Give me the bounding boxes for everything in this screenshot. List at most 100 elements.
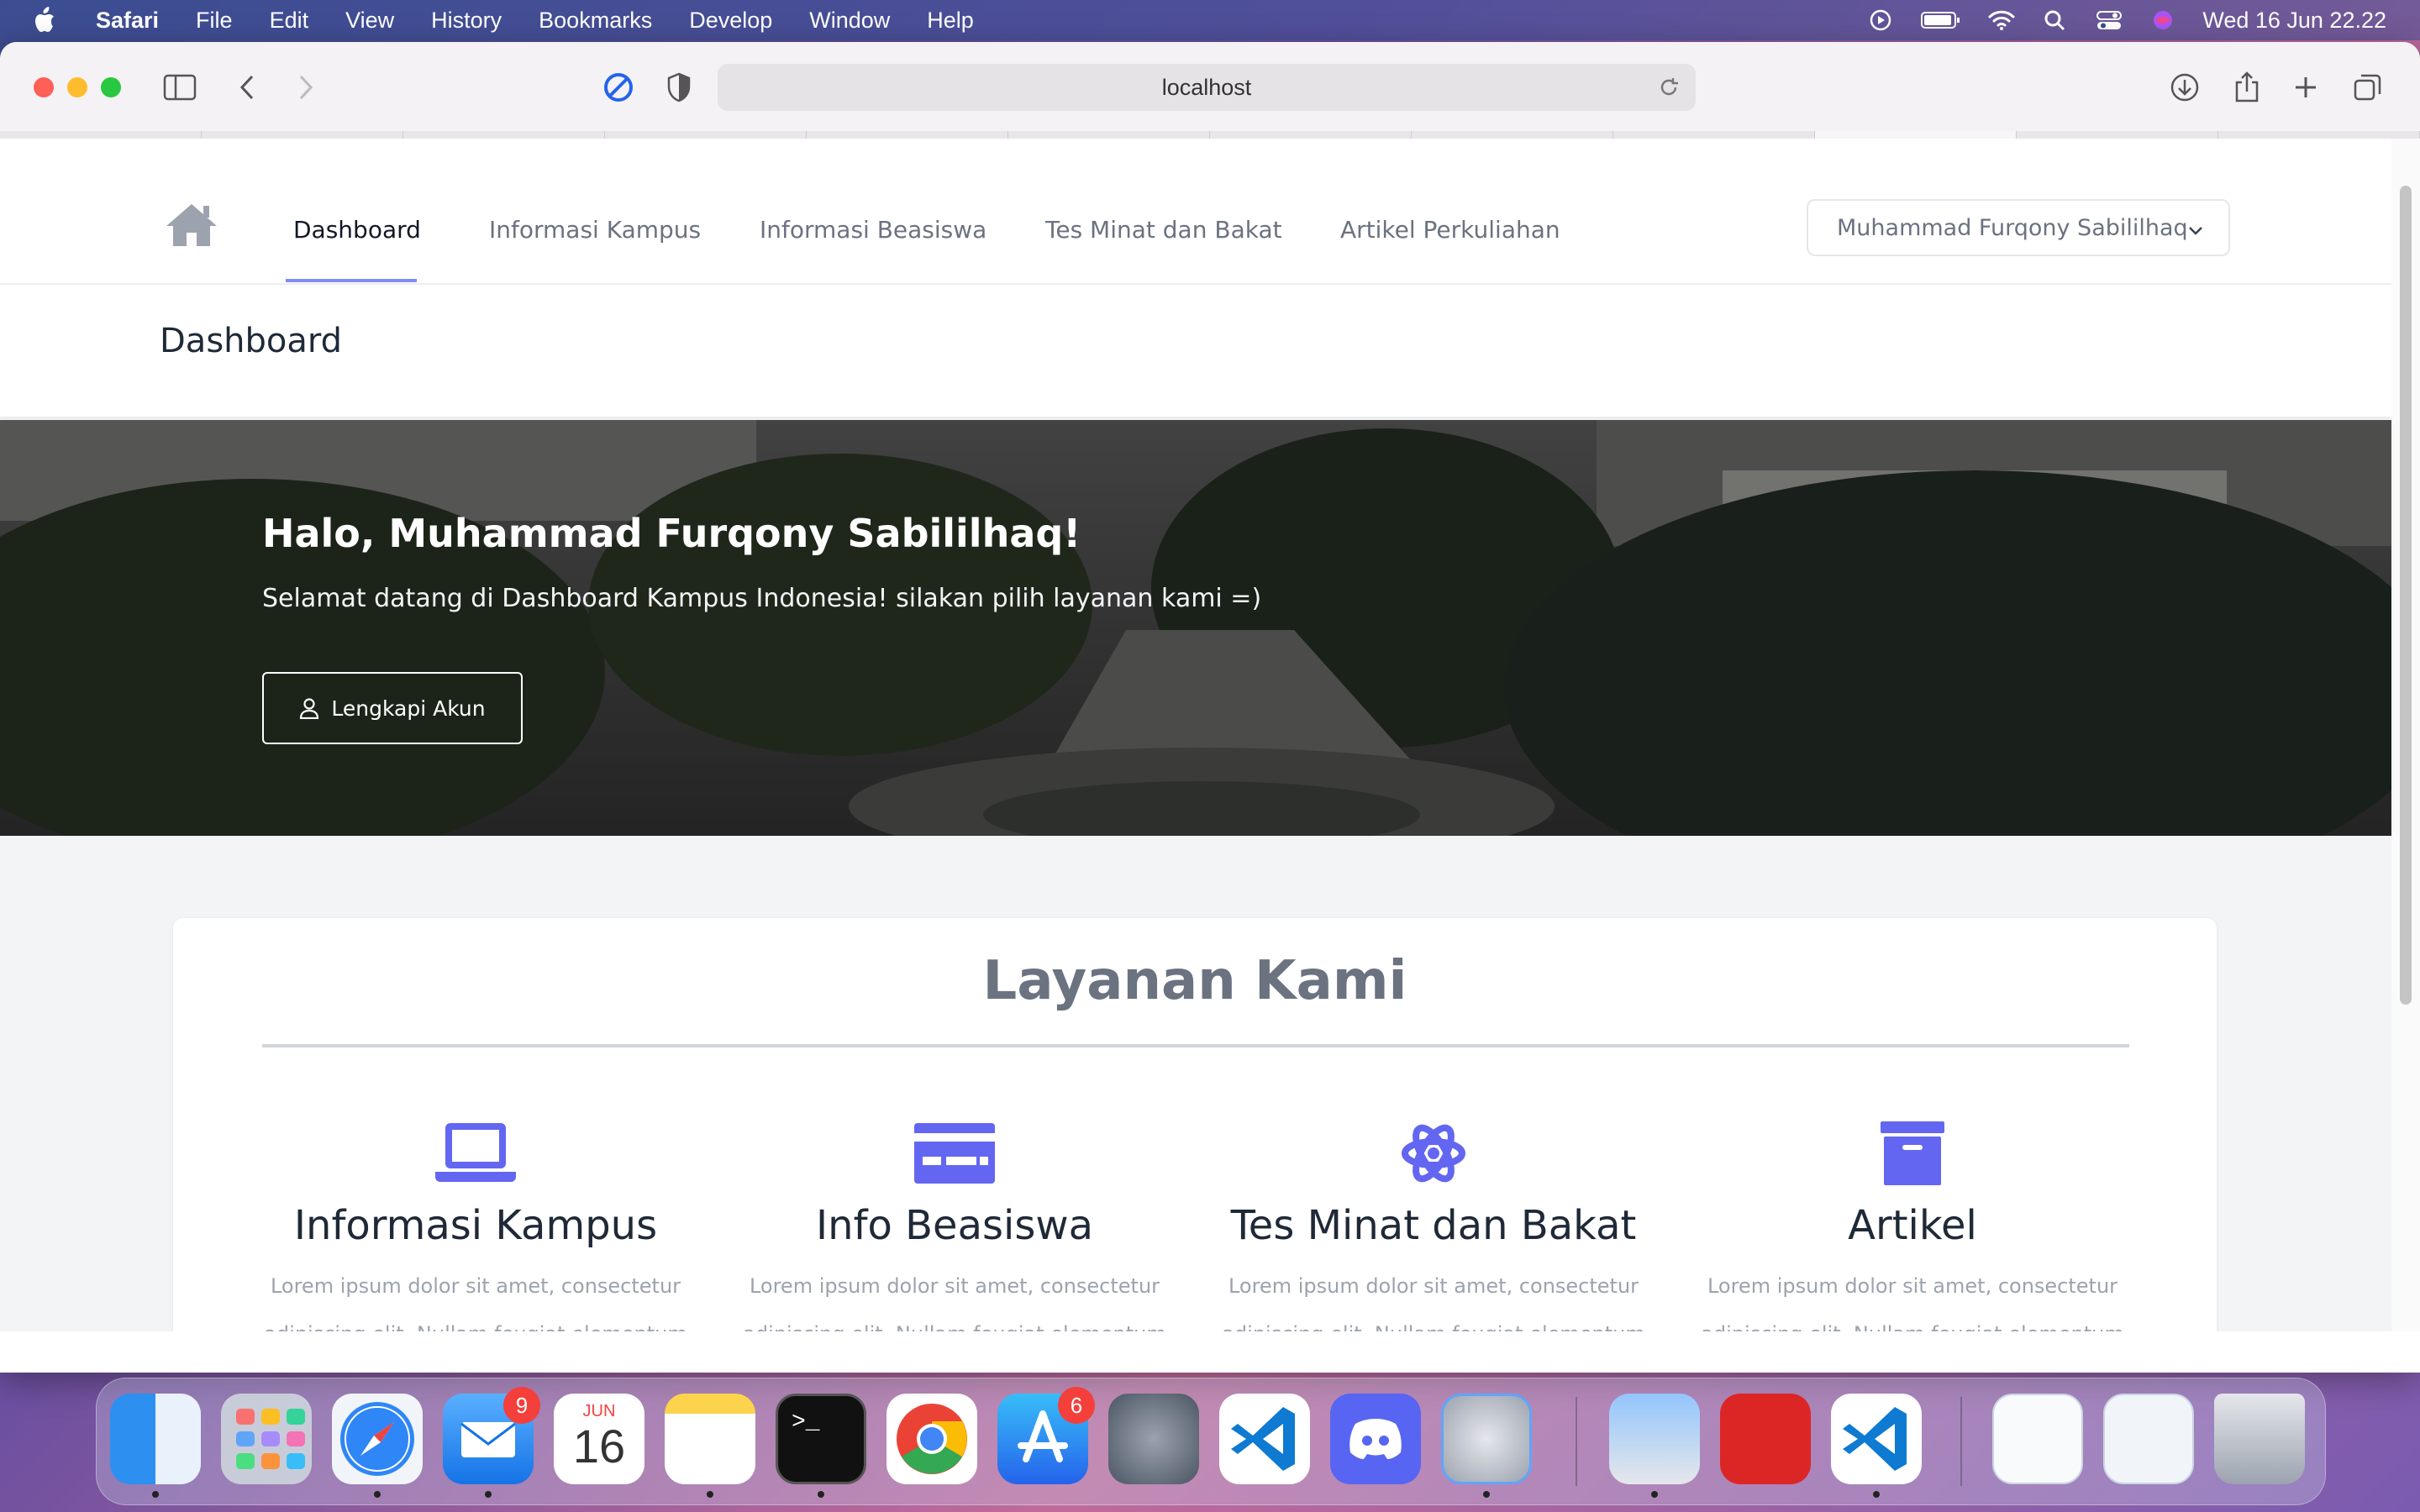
control-center-icon[interactable]	[2095, 8, 2123, 32]
nav-dashboard[interactable]: Dashboard	[293, 216, 421, 244]
discord-icon[interactable]	[1330, 1394, 1421, 1484]
play-circle-icon[interactable]	[1866, 8, 1895, 32]
service-artikel[interactable]: Artikel Lorem ipsum dolor sit amet, cons…	[1677, 1120, 2148, 1331]
share-button[interactable]	[2227, 67, 2267, 108]
archive-icon	[1881, 1121, 1944, 1185]
url-text: localhost	[1161, 74, 1252, 100]
web-page: Dashboard Informasi Kampus Informasi Bea…	[0, 139, 2391, 1331]
menu-file[interactable]: File	[196, 8, 233, 34]
lengkapi-akun-button[interactable]: Lengkapi Akun	[262, 672, 523, 744]
finder-icon[interactable]	[110, 1394, 201, 1484]
menu-edit[interactable]: Edit	[270, 8, 309, 34]
calendar-icon[interactable]: JUN 16	[554, 1394, 644, 1484]
services-divider	[262, 1044, 2129, 1047]
battery-icon[interactable]	[1920, 8, 1962, 32]
safari-icon[interactable]	[332, 1394, 423, 1484]
service-info-beasiswa[interactable]: Info Beasiswa Lorem ipsum dolor sit amet…	[719, 1120, 1190, 1331]
macos-dock: 9 JUN 16 >_ 6	[96, 1378, 2326, 1505]
menubar-clock[interactable]: Wed 16 Jun 22.22	[2202, 8, 2386, 34]
mail-icon[interactable]: 9	[443, 1387, 540, 1484]
shield-icon	[667, 72, 691, 102]
menu-view[interactable]: View	[345, 8, 394, 34]
chevron-left-icon	[239, 75, 254, 100]
window-close-button[interactable]	[34, 77, 54, 97]
chevron-right-icon	[299, 75, 313, 100]
app-store-badge: 6	[1058, 1387, 1095, 1424]
credit-card-icon	[914, 1123, 995, 1184]
service-description: Lorem ipsum dolor sit amet, consectetur …	[264, 1274, 687, 1331]
service-description: Lorem ipsum dolor sit amet, consectetur …	[743, 1274, 1166, 1331]
user-icon	[300, 698, 319, 719]
service-tes-minat-dan-bakat[interactable]: Tes Minat dan Bakat Lorem ipsum dolor si…	[1198, 1120, 1669, 1331]
menu-history[interactable]: History	[431, 8, 502, 34]
apple-logo-icon[interactable]	[34, 7, 59, 34]
back-button[interactable]	[227, 67, 267, 108]
menu-develop[interactable]: Develop	[689, 8, 772, 34]
forward-button[interactable]	[286, 67, 326, 108]
notes-icon[interactable]	[665, 1394, 755, 1484]
nav-informasi-kampus[interactable]: Informasi Kampus	[489, 216, 701, 244]
dock-separator	[1576, 1397, 1577, 1486]
page-scrollbar[interactable]	[2391, 139, 2420, 1331]
laptop-icon	[435, 1123, 516, 1182]
address-bar[interactable]: localhost	[718, 64, 1696, 111]
atom-icon	[1402, 1124, 1465, 1183]
scrollbar-thumb[interactable]	[2400, 186, 2412, 1005]
privacy-report-button[interactable]	[659, 67, 699, 108]
lengkapi-akun-label: Lengkapi Akun	[331, 696, 486, 721]
active-nav-indicator	[286, 279, 417, 282]
photo-booth-icon[interactable]	[1720, 1394, 1811, 1484]
nav-tes-minat-dan-bakat[interactable]: Tes Minat dan Bakat	[1045, 216, 1282, 244]
calendar-month: JUN	[582, 1402, 616, 1420]
user-menu-dropdown[interactable]: Muhammad Furqony Sabililhaq	[1807, 199, 2230, 256]
vscode-icon[interactable]	[1219, 1394, 1310, 1484]
hero-greeting: Halo, Muhammad Furqony Sabililhaq!	[262, 511, 1081, 556]
downloads-button[interactable]	[2165, 67, 2205, 108]
app-store-icon[interactable]: 6	[997, 1387, 1095, 1484]
macos-menu-bar: Safari File Edit View History Bookmarks …	[0, 0, 2420, 40]
download-icon	[2170, 73, 2199, 102]
trash-icon[interactable]	[2214, 1394, 2305, 1484]
vscode-logo-icon	[1231, 1407, 1295, 1471]
documents-stack-icon[interactable]	[2103, 1394, 2194, 1484]
service-title: Informasi Kampus	[293, 1202, 658, 1249]
window-zoom-button[interactable]	[101, 77, 121, 97]
menu-window[interactable]: Window	[809, 8, 890, 34]
nav-artikel-perkuliahan[interactable]: Artikel Perkuliahan	[1340, 216, 1560, 244]
tab-overview-button[interactable]	[2348, 67, 2388, 108]
user-name: Muhammad Furqony Sabililhaq	[1837, 214, 2188, 241]
window-minimize-button[interactable]	[67, 77, 87, 97]
reload-icon[interactable]	[1657, 76, 1681, 99]
new-tab-button[interactable]	[2286, 67, 2326, 108]
nav-informasi-beasiswa[interactable]: Informasi Beasiswa	[760, 216, 986, 244]
services-heading: Layanan Kami	[982, 950, 1407, 1012]
mail-badge: 9	[503, 1387, 540, 1424]
hero-subtitle: Selamat datang di Dashboard Kampus Indon…	[262, 584, 1262, 613]
terminal-icon[interactable]: >_	[776, 1394, 866, 1484]
system-preferences-icon[interactable]	[1108, 1394, 1199, 1484]
vscode-logo-icon	[1843, 1407, 1907, 1471]
spotlight-search-icon[interactable]	[2041, 8, 2070, 32]
menu-bookmarks[interactable]: Bookmarks	[539, 8, 652, 34]
service-title: Info Beasiswa	[816, 1202, 1093, 1249]
siri-icon[interactable]	[2149, 8, 2177, 32]
service-title: Artikel	[1848, 1202, 1977, 1249]
chrome-logo-icon	[897, 1404, 967, 1474]
compressor-settings-icon[interactable]	[1441, 1394, 1532, 1484]
sidebar-icon	[163, 74, 197, 101]
tab-overview-icon	[2354, 74, 2381, 101]
chrome-icon[interactable]	[886, 1394, 977, 1484]
service-informasi-kampus[interactable]: Informasi Kampus Lorem ipsum dolor sit a…	[240, 1120, 711, 1331]
home-icon[interactable]	[165, 201, 218, 248]
block-icon	[604, 73, 633, 102]
vscode-secondary-icon[interactable]	[1831, 1394, 1922, 1484]
preview-icon[interactable]	[1609, 1394, 1700, 1484]
wifi-icon[interactable]	[1987, 8, 2016, 32]
launchpad-icon[interactable]	[221, 1394, 312, 1484]
sidebar-toggle-button[interactable]	[160, 67, 200, 108]
downloads-stack-icon[interactable]	[1992, 1394, 2083, 1484]
menu-help[interactable]: Help	[927, 8, 974, 34]
menu-app-safari[interactable]: Safari	[96, 8, 159, 34]
page-title: Dashboard	[160, 322, 343, 360]
adblock-extension-button[interactable]	[598, 67, 639, 108]
